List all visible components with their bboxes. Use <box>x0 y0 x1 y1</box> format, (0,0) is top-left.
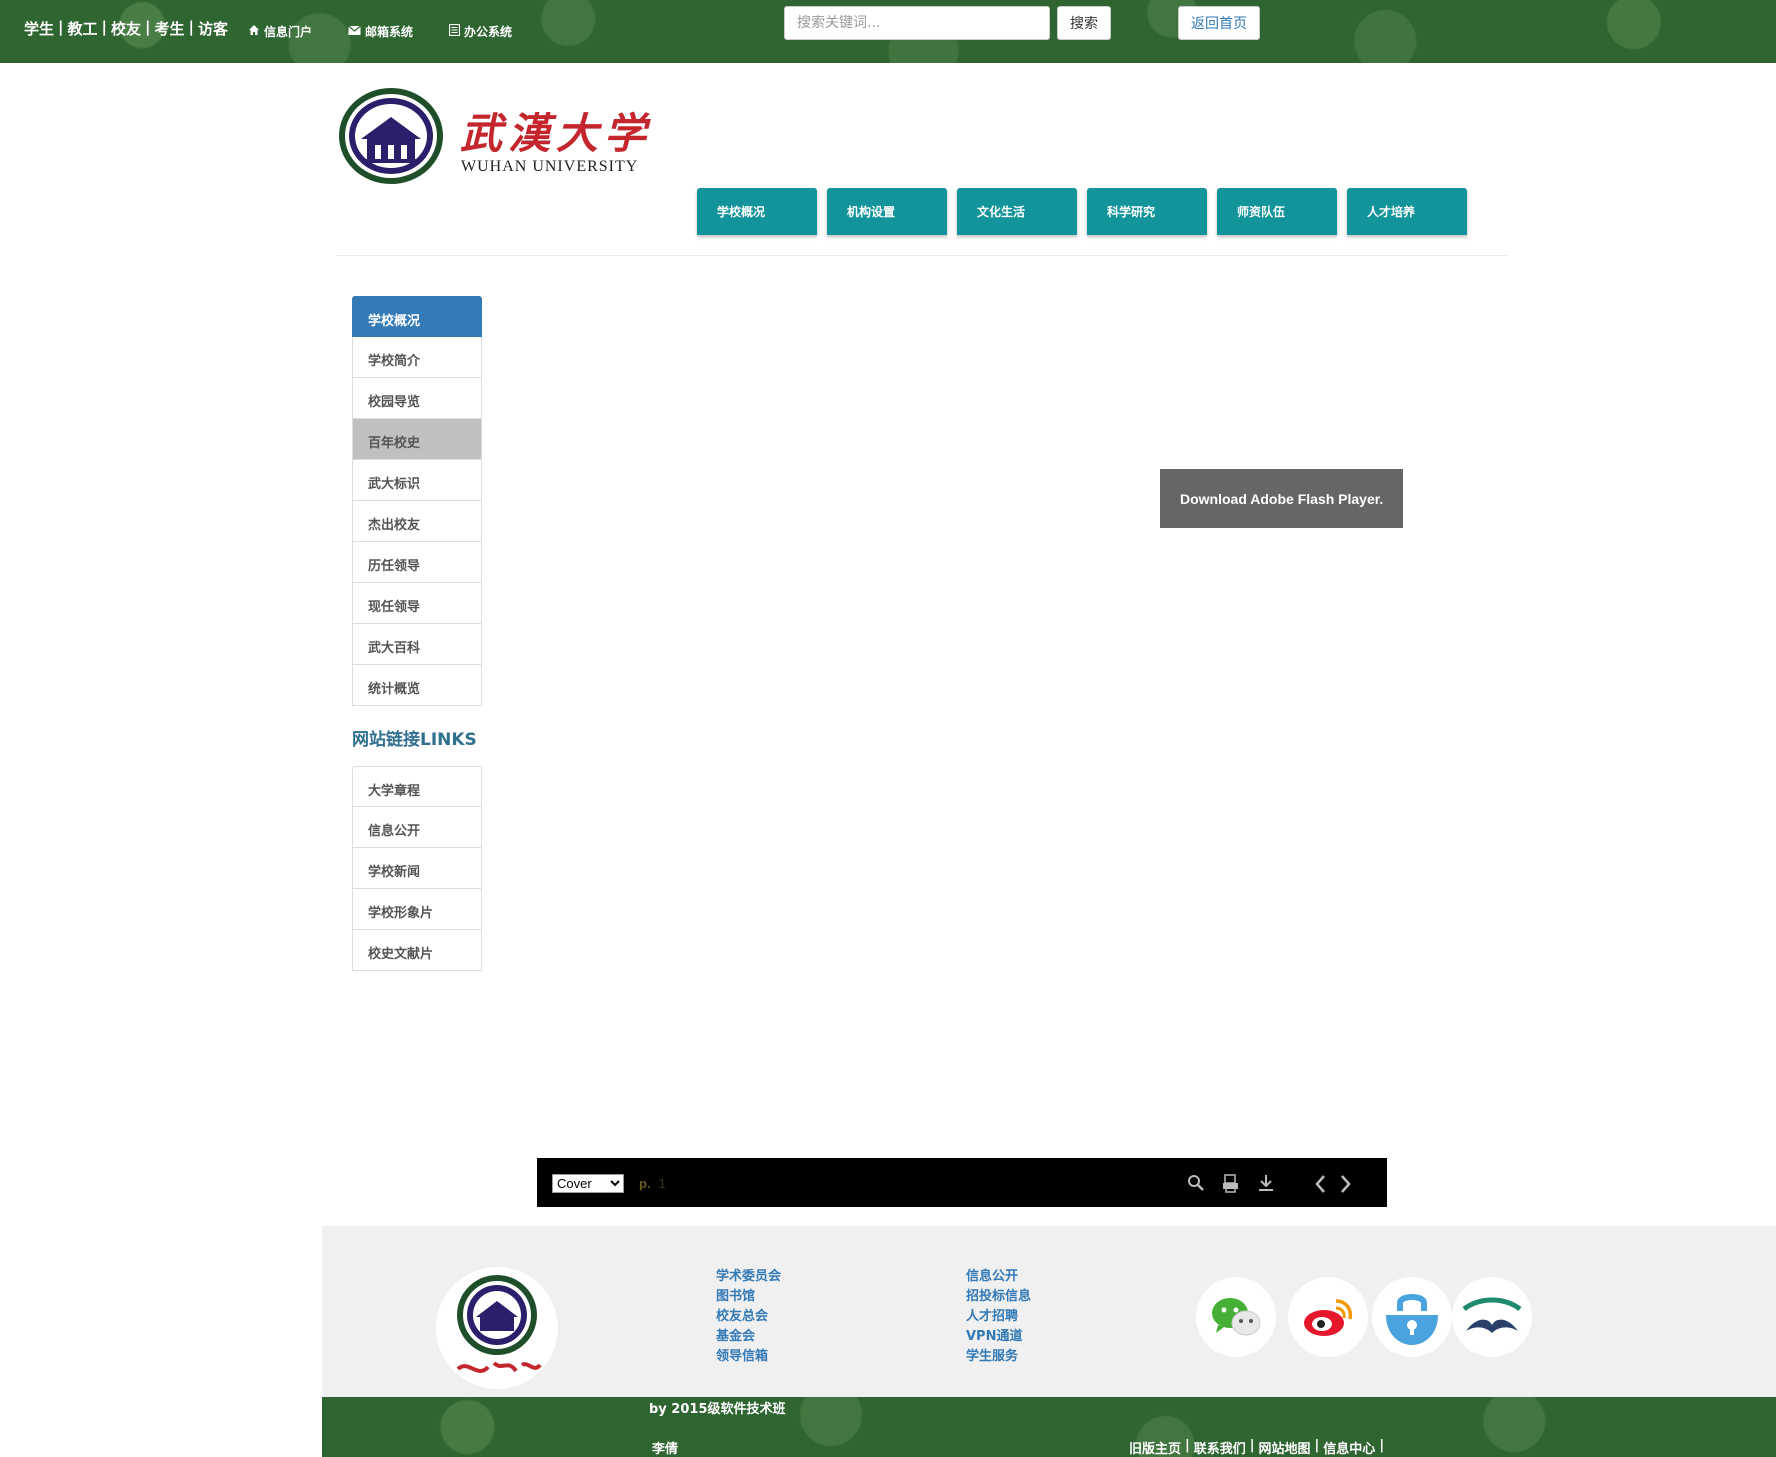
flipbook-toolbar: Cover p. 1 <box>537 1158 1387 1207</box>
page-select[interactable]: Cover <box>552 1174 624 1193</box>
sidebar-item-alumni[interactable]: 杰出校友 <box>352 501 482 542</box>
bottom-link-old-home[interactable]: 旧版主页 <box>1129 1438 1181 1457</box>
bottom-links: 旧版主页 | 联系我们 | 网站地图 | 信息中心 | <box>1129 1438 1384 1457</box>
page-number: 1 <box>658 1176 666 1191</box>
link-history-film[interactable]: 校史文献片 <box>352 930 482 971</box>
sidebar-item-former-leaders[interactable]: 历任领导 <box>352 542 482 583</box>
role-separator: | <box>145 18 151 36</box>
bottom-link-info-center[interactable]: 信息中心 <box>1323 1438 1375 1457</box>
role-link-alumni[interactable]: 校友 <box>111 18 141 39</box>
print-icon[interactable] <box>1222 1174 1240 1200</box>
footer-credit: by 2015级软件技术班 <box>649 1402 786 1417</box>
sidebar-item-encyclopedia[interactable]: 武大百科 <box>352 624 482 665</box>
role-link-student[interactable]: 学生 <box>24 18 54 39</box>
role-separator: | <box>188 18 194 36</box>
header-divider <box>336 255 1508 256</box>
footer-link-info-disclosure[interactable]: 信息公开 <box>966 1267 1031 1287</box>
quick-link-portal[interactable]: 信息门户 <box>248 23 312 40</box>
footer-links-col2: 信息公开 招投标信息 人才招聘 VPN通道 学生服务 <box>966 1267 1031 1367</box>
page-indicator: p. 1 <box>639 1176 666 1191</box>
quick-link-mail[interactable]: 邮箱系统 <box>348 23 413 40</box>
footer-link-alumni-association[interactable]: 校友总会 <box>716 1307 781 1327</box>
link-charter[interactable]: 大学章程 <box>352 766 482 807</box>
nav-culture[interactable]: 文化生活 <box>957 188 1077 235</box>
footer-link-leader-mailbox[interactable]: 领导信箱 <box>716 1347 781 1367</box>
sidebar-menu: 学校概况 学校简介 校园导览 百年校史 武大标识 杰出校友 历任领导 现任领导 … <box>352 296 482 706</box>
quick-link-office[interactable]: 办公系统 <box>448 23 513 40</box>
bottom-link-sitemap[interactable]: 网站地图 <box>1259 1438 1311 1457</box>
bottom-separator: | <box>1379 1438 1385 1453</box>
role-link-applicant[interactable]: 考生 <box>155 18 185 39</box>
footer-link-foundation[interactable]: 基金会 <box>716 1327 781 1347</box>
role-link-visitor[interactable]: 访客 <box>198 18 228 39</box>
footer-link-library[interactable]: 图书馆 <box>716 1287 781 1307</box>
footer-links-col1: 学术委员会 图书馆 校友总会 基金会 领导信箱 <box>716 1267 781 1367</box>
nav-organization[interactable]: 机构设置 <box>827 188 947 235</box>
sidebar-item-identity[interactable]: 武大标识 <box>352 460 482 501</box>
back-home-button[interactable]: 返回首页 <box>1178 6 1260 40</box>
links-menu: 大学章程 信息公开 学校新闻 学校形象片 校史文献片 <box>352 766 482 971</box>
main-nav: 学校概况 机构设置 文化生活 科学研究 师资队伍 人才培养 <box>697 188 1467 235</box>
weibo-icon[interactable] <box>1288 1277 1368 1357</box>
logo-english-name: WUHAN UNIVERSITY <box>461 158 639 175</box>
page-prefix: p. <box>639 1176 651 1191</box>
search-button[interactable]: 搜索 <box>1057 6 1111 40</box>
quick-link-label: 邮箱系统 <box>365 25 414 39</box>
footer-author: 李倩 <box>652 1442 679 1457</box>
role-separator: | <box>58 18 64 36</box>
sidebar-item-history[interactable]: 百年校史 <box>352 419 482 460</box>
footer-emblem <box>436 1267 558 1389</box>
nav-education[interactable]: 人才培养 <box>1347 188 1467 235</box>
prev-page-icon[interactable] <box>1312 1174 1330 1200</box>
quick-link-label: 办公系统 <box>464 25 513 39</box>
bottom-separator: | <box>1314 1438 1320 1453</box>
bottom-separator: | <box>1185 1438 1190 1453</box>
footer-link-vpn[interactable]: VPN通道 <box>966 1327 1031 1347</box>
footer-link-bidding[interactable]: 招投标信息 <box>966 1287 1031 1307</box>
logo-chinese-name: 武漢大学 <box>460 109 653 158</box>
zoom-icon[interactable] <box>1187 1174 1205 1200</box>
footer-link-recruitment[interactable]: 人才招聘 <box>966 1307 1031 1327</box>
lock-icon[interactable] <box>1372 1277 1452 1357</box>
search-input[interactable] <box>784 6 1050 40</box>
sidebar-item-statistics[interactable]: 统计概览 <box>352 665 482 706</box>
sidebar-title[interactable]: 学校概况 <box>352 296 482 337</box>
document-icon <box>448 23 461 39</box>
mail-icon <box>348 25 361 39</box>
sidebar-item-campus-tour[interactable]: 校园导览 <box>352 378 482 419</box>
wechat-icon[interactable] <box>1196 1277 1276 1357</box>
bottom-separator: | <box>1249 1438 1255 1453</box>
download-icon[interactable] <box>1257 1174 1275 1200</box>
book-icon[interactable] <box>1452 1277 1532 1357</box>
download-flash-button[interactable]: Download Adobe Flash Player. <box>1160 469 1403 528</box>
role-links: 学生 | 教工 | 校友 | 考生 | 访客 <box>24 18 228 39</box>
link-info-disclosure[interactable]: 信息公开 <box>352 807 482 848</box>
home-icon <box>248 24 260 39</box>
nav-overview[interactable]: 学校概况 <box>697 188 817 235</box>
university-emblem <box>337 87 445 185</box>
footer-link-academic-committee[interactable]: 学术委员会 <box>716 1267 781 1287</box>
role-separator: | <box>101 18 107 36</box>
footer-link-student-service[interactable]: 学生服务 <box>966 1347 1031 1367</box>
links-heading: 网站链接LINKS <box>352 730 477 750</box>
nav-faculty[interactable]: 师资队伍 <box>1217 188 1337 235</box>
role-link-staff[interactable]: 教工 <box>68 18 98 39</box>
bottom-bar <box>322 1397 1776 1457</box>
sidebar-item-current-leaders[interactable]: 现任领导 <box>352 583 482 624</box>
link-promo-film[interactable]: 学校形象片 <box>352 889 482 930</box>
nav-research[interactable]: 科学研究 <box>1087 188 1207 235</box>
quick-link-label: 信息门户 <box>264 25 313 39</box>
sidebar-item-intro[interactable]: 学校简介 <box>352 337 482 378</box>
link-news[interactable]: 学校新闻 <box>352 848 482 889</box>
bottom-link-contact[interactable]: 联系我们 <box>1194 1438 1246 1457</box>
next-page-icon[interactable] <box>1337 1174 1355 1200</box>
